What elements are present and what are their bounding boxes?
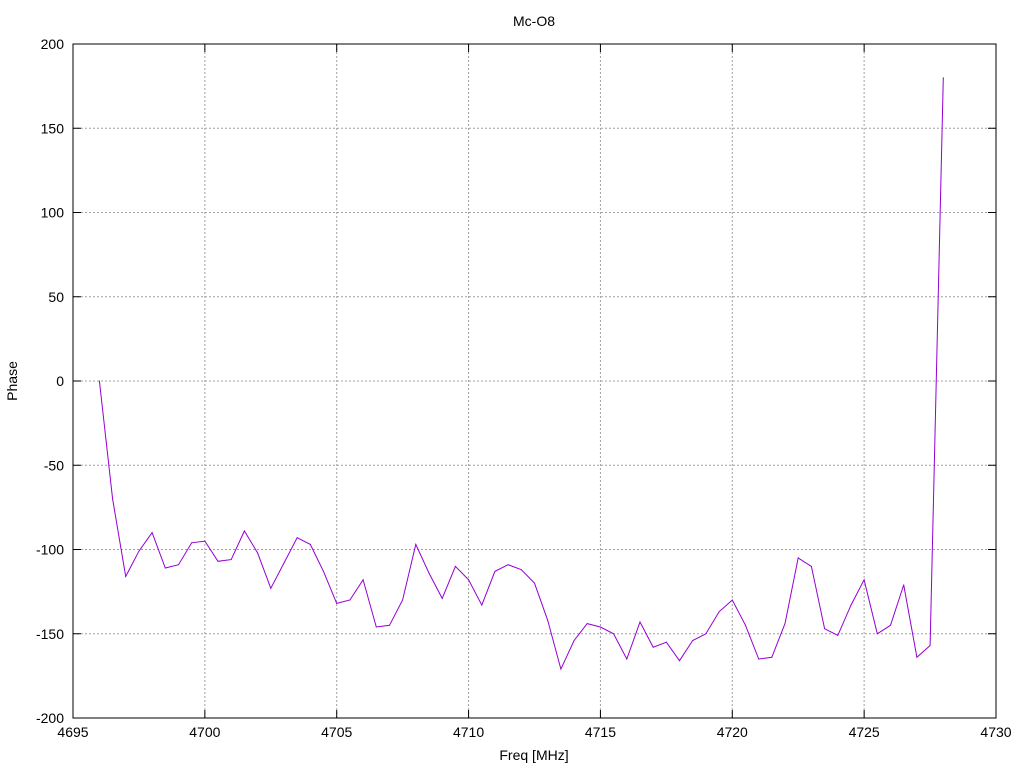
data-point: [758, 658, 760, 660]
data-point: [718, 611, 720, 613]
data-point: [613, 633, 615, 635]
data-point: [942, 77, 944, 79]
x-tick-label: 4710: [453, 724, 484, 740]
data-point: [336, 602, 338, 604]
data-point: [903, 584, 905, 586]
data-point: [929, 645, 931, 646]
phase-chart: 4695 4700 4705 4710 4715 4720 4725 4730 -200 -150…: [4, 13, 1012, 763]
y-axis-label: Phase: [4, 361, 20, 401]
y-tick-label: 100: [41, 205, 65, 221]
data-point: [692, 640, 694, 641]
data-point: [652, 646, 654, 648]
data-point: [428, 572, 430, 574]
y-tick-label: -50: [44, 457, 64, 473]
data-point: [138, 550, 140, 552]
data-point: [745, 624, 746, 626]
data-point: [507, 564, 509, 566]
data-point: [797, 557, 799, 559]
data-point: [784, 623, 786, 625]
data-point: [283, 562, 285, 564]
data-point: [890, 624, 891, 626]
y-tick-label: -200: [36, 710, 64, 726]
data-point: [270, 587, 272, 589]
data-point: [178, 564, 179, 566]
data-point: [191, 542, 193, 544]
data-point: [217, 560, 219, 562]
data-point: [402, 599, 404, 601]
grid-lines: [73, 44, 996, 718]
data-point: [560, 668, 562, 670]
data-point: [876, 633, 878, 635]
x-tick-label: 4720: [717, 724, 748, 740]
data-point: [626, 658, 628, 660]
data-point: [164, 567, 166, 569]
axis-ticks: 4695 4700 4705 4710 4715 4720 4725 4730 -200 -150…: [36, 36, 1012, 740]
data-point: [309, 543, 311, 545]
y-tick-label: 0: [56, 373, 64, 389]
data-point: [151, 532, 153, 534]
series-line: [98, 77, 944, 671]
y-tick-label: 200: [41, 36, 65, 52]
data-point: [586, 623, 588, 625]
y-tick-label: -150: [36, 626, 64, 642]
data-point: [679, 660, 680, 662]
data-point: [547, 619, 549, 621]
data-point: [573, 640, 575, 641]
data-point: [454, 565, 456, 567]
data-point: [639, 621, 641, 623]
data-point: [771, 656, 773, 658]
x-tick-label: 4725: [849, 724, 880, 740]
data-point: [98, 380, 100, 382]
data-point: [415, 543, 417, 545]
data-point: [837, 634, 839, 636]
data-point: [520, 569, 522, 571]
data-point: [230, 559, 232, 561]
data-point: [494, 570, 496, 572]
data-point: [468, 579, 470, 581]
y-tick-label: 50: [48, 289, 64, 305]
data-point: [481, 604, 483, 606]
x-tick-label: 4695: [57, 724, 88, 740]
data-point: [257, 552, 259, 554]
data-point: [665, 641, 667, 643]
data-point: [389, 624, 390, 626]
x-tick-label: 4700: [189, 724, 220, 740]
data-point: [112, 498, 114, 500]
data-point: [375, 626, 377, 628]
data-point: [243, 530, 245, 532]
data-point: [296, 537, 298, 539]
data-point: [125, 576, 127, 577]
y-tick-label: 150: [41, 120, 65, 136]
data-point: [824, 628, 826, 630]
data-point: [362, 579, 364, 581]
chart-title: Mc-O8: [513, 13, 555, 29]
data-point: [349, 599, 351, 601]
data-point: [705, 633, 707, 635]
data-point: [850, 604, 852, 606]
data-point: [441, 597, 443, 599]
data-point: [534, 582, 535, 584]
x-tick-label: 4705: [321, 724, 352, 740]
x-tick-label: 4715: [585, 724, 616, 740]
data-point: [204, 540, 206, 542]
series-layer: [98, 77, 944, 671]
x-tick-label: 4730: [980, 724, 1011, 740]
data-point: [731, 599, 733, 601]
data-point: [323, 570, 324, 572]
data-point: [863, 579, 865, 581]
data-point: [810, 565, 812, 567]
data-point: [916, 656, 918, 658]
data-point: [599, 626, 601, 628]
x-axis-label: Freq [MHz]: [499, 747, 568, 763]
y-tick-label: -100: [36, 542, 64, 558]
